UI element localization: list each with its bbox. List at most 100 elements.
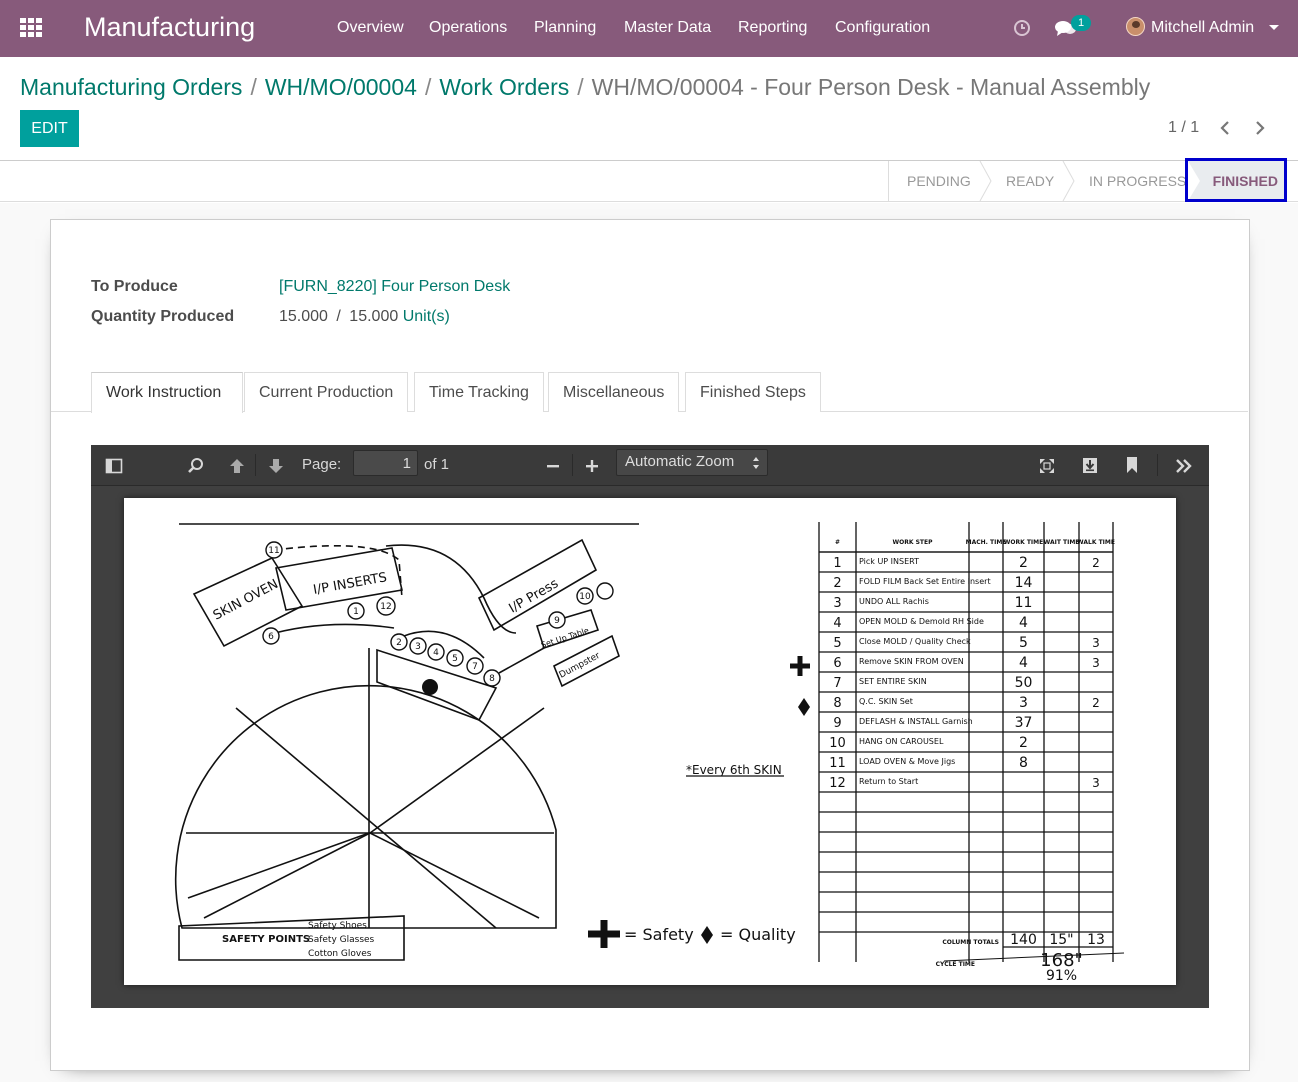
step-walk-time: 2 <box>1092 696 1100 710</box>
legend-quality: = Quality <box>720 925 796 944</box>
tab-work-instruction[interactable]: Work Instruction <box>91 372 243 413</box>
toolbar-divider <box>572 454 573 476</box>
to-produce-product-link[interactable]: [FURN_8220] Four Person Desk <box>279 278 510 296</box>
svg-text:7: 7 <box>472 662 478 672</box>
status-divider <box>888 161 889 201</box>
svg-text:11: 11 <box>268 546 279 556</box>
stage-pending[interactable]: PENDING <box>907 161 971 201</box>
total-work-time: 140 <box>1010 932 1037 948</box>
tab-time-tracking[interactable]: Time Tracking <box>414 372 544 412</box>
menu-configuration[interactable]: Configuration <box>835 19 930 37</box>
tab-current-production[interactable]: Current Production <box>244 372 409 412</box>
zoom-select-arrows-icon <box>753 457 759 469</box>
step-description: HANG ON CAROUSEL <box>859 737 944 746</box>
find-search-icon[interactable] <box>187 456 205 476</box>
sidebar-toggle-icon[interactable] <box>105 456 123 476</box>
user-name[interactable]: Mitchell Admin <box>1151 19 1254 37</box>
user-avatar[interactable] <box>1126 17 1145 36</box>
zoom-in-icon[interactable] <box>584 456 600 476</box>
legend-safety: = Safety <box>624 925 694 944</box>
page-number-input[interactable] <box>353 450 418 476</box>
step-description: UNDO ALL Rachis <box>859 597 929 606</box>
top-navbar: Manufacturing Overview Operations Planni… <box>0 0 1298 57</box>
message-count-badge: 1 <box>1071 15 1091 31</box>
step-description: Q.C. SKIN Set <box>859 697 913 706</box>
next-page-icon[interactable] <box>267 456 285 476</box>
user-menu-caret-icon[interactable] <box>1269 25 1279 30</box>
step-walk-time: 3 <box>1092 656 1100 670</box>
activity-clock-icon[interactable] <box>1013 19 1031 37</box>
svg-text:10: 10 <box>579 592 591 602</box>
pager-previous-icon[interactable] <box>1218 119 1232 137</box>
zoom-select[interactable]: Automatic Zoom <box>616 449 768 476</box>
menu-planning[interactable]: Planning <box>534 19 596 37</box>
pdf-toolbar: Page: of 1 Automatic Zoom <box>91 445 1209 486</box>
svg-text:4: 4 <box>433 648 439 658</box>
label-set-up-table: Set Up Table <box>540 626 590 650</box>
breadcrumb-mo[interactable]: WH/MO/00004 <box>265 74 417 100</box>
finished-stage-highlight <box>1185 158 1287 202</box>
quality-diamond-icon <box>701 926 713 944</box>
quantity-separator: / <box>336 308 341 325</box>
menu-reporting[interactable]: Reporting <box>738 19 807 37</box>
table-header: WAIT TIME <box>1044 539 1080 546</box>
carousel-outline <box>174 684 557 929</box>
step-description: FOLD FILM Back Set Entire Insert <box>859 577 991 586</box>
bookmark-icon[interactable] <box>1125 455 1139 475</box>
svg-text:6: 6 <box>268 632 274 642</box>
svg-text:12: 12 <box>380 602 391 612</box>
menu-operations[interactable]: Operations <box>429 19 507 37</box>
pdf-viewer: Page: of 1 Automatic Zoom <box>91 445 1209 1008</box>
label-safety-points: SAFETY POINTS <box>222 934 310 945</box>
step-number: 9 <box>833 716 841 731</box>
step-description: OPEN MOLD & Demold RH Side <box>859 617 984 626</box>
work-instruction-drawing: 11121 62 3 457 8910 SKIN OVEN I/P INSERTS… <box>174 522 1125 984</box>
breadcrumb-manufacturing-orders[interactable]: Manufacturing Orders <box>20 74 242 100</box>
presentation-mode-icon[interactable] <box>1038 456 1056 476</box>
step-work-time: 14 <box>1015 575 1033 591</box>
tab-finished-steps[interactable]: Finished Steps <box>685 372 821 412</box>
table-header: WORK STEP <box>893 539 934 546</box>
svg-text:9: 9 <box>554 616 560 626</box>
menu-overview[interactable]: Overview <box>337 19 404 37</box>
pdf-page: 11 12 1 623 457 8 9 10 SKIN OVEN I/P INSERTS… <box>124 498 1176 985</box>
quantity-done: 15.000 <box>279 308 328 325</box>
apps-menu-icon[interactable] <box>20 18 42 38</box>
step-number: 3 <box>833 596 841 611</box>
stage-ready[interactable]: READY <box>1006 161 1054 201</box>
step-description: Remove SKIN FROM OVEN <box>859 657 964 666</box>
tools-chevron-icon[interactable] <box>1174 456 1194 476</box>
safety-item: Cotton Gloves <box>308 949 372 959</box>
step-work-time: 50 <box>1015 675 1033 691</box>
table-header: MACH. TIME <box>966 539 1007 546</box>
zoom-out-icon[interactable] <box>545 456 561 476</box>
svg-text:3: 3 <box>415 642 421 652</box>
step-work-time: 4 <box>1019 655 1028 671</box>
quantity-produced-value: 15.000 / 15.000 Unit(s) <box>279 308 450 326</box>
safety-cross-icon <box>588 920 620 948</box>
stage-in-progress[interactable]: IN PROGRESS <box>1089 161 1186 201</box>
previous-page-icon[interactable] <box>228 456 246 476</box>
step-work-time: 2 <box>1019 735 1028 751</box>
label-skin-oven: SKIN OVEN <box>211 577 281 624</box>
step-number: 4 <box>833 616 841 631</box>
step-number: 5 <box>833 636 841 651</box>
stage-separator-icon <box>979 161 992 201</box>
quantity-uom-link[interactable]: Unit(s) <box>403 308 450 325</box>
pager-next-icon[interactable] <box>1253 119 1267 137</box>
edit-button[interactable]: EDIT <box>20 110 79 147</box>
svg-text:8: 8 <box>489 674 495 684</box>
breadcrumb-work-orders[interactable]: Work Orders <box>439 74 569 100</box>
toolbar-divider <box>255 454 256 476</box>
table-header: # <box>835 539 840 546</box>
stage-separator-icon <box>1062 161 1075 201</box>
download-icon[interactable] <box>1081 455 1099 475</box>
table-header: WALK TIME <box>1077 539 1115 546</box>
step-number: 10 <box>829 736 846 751</box>
tab-miscellaneous[interactable]: Miscellaneous <box>548 372 680 412</box>
quality-diamond-icon <box>798 698 810 716</box>
menu-master-data[interactable]: Master Data <box>624 19 711 37</box>
step-number: 1 <box>833 556 841 571</box>
app-brand[interactable]: Manufacturing <box>84 12 255 43</box>
step-description: SET ENTIRE SKIN <box>859 677 927 686</box>
